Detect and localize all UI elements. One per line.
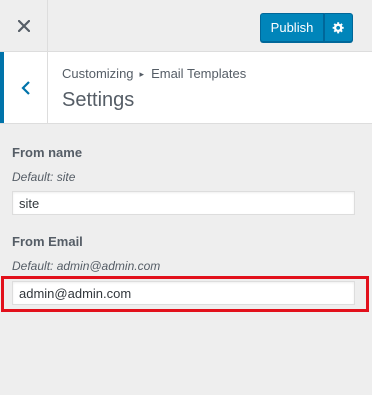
customizer-header: Publish [0, 0, 372, 52]
close-icon [17, 20, 30, 32]
gear-icon [332, 22, 344, 34]
publish-button[interactable]: Publish [260, 13, 324, 42]
publish-settings-button[interactable] [324, 13, 353, 42]
breadcrumb-separator: ▸ [139, 69, 145, 79]
from-email-description: Default: admin@admin.com [12, 259, 161, 273]
publish-group: Publish [260, 13, 353, 42]
from-name-label: From name [12, 145, 83, 160]
from-name-input[interactable] [12, 191, 355, 215]
section-title: Settings [62, 89, 135, 111]
from-email-input[interactable] [12, 281, 355, 305]
customizer-panel: Publish Customizing ▸ Email Templates Sett… [0, 0, 372, 395]
back-button[interactable] [0, 52, 48, 123]
section-header: Customizing ▸ Email Templates Settings [0, 52, 372, 124]
breadcrumb-current: Email Templates [151, 66, 247, 81]
chevron-left-icon [20, 80, 30, 95]
from-email-label: From Email [12, 234, 83, 249]
from-name-description: Default: site [12, 170, 76, 184]
breadcrumb: Customizing ▸ Email Templates [62, 66, 246, 81]
breadcrumb-root: Customizing [62, 66, 134, 81]
close-button[interactable] [0, 0, 48, 52]
